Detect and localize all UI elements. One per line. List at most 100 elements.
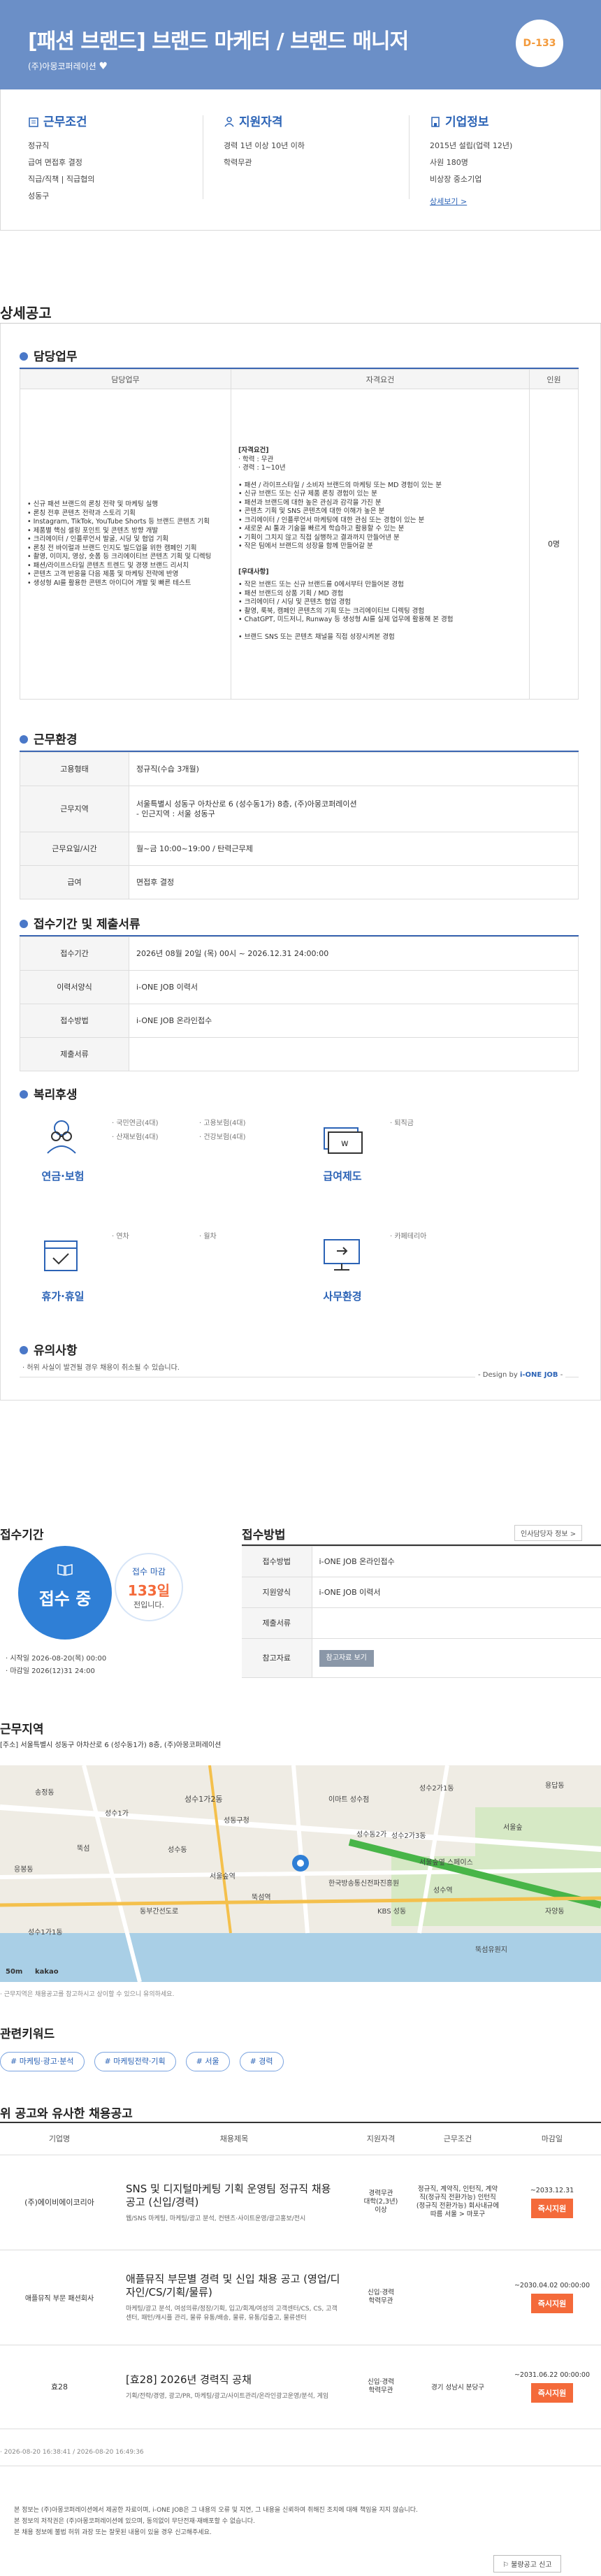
pref-line: • 패션 브랜드의 상품 기획 / MD 경험 — [238, 589, 344, 598]
map-label: 성수역 — [433, 1887, 453, 1895]
bullet-dot-icon — [20, 1090, 28, 1099]
job-title-link[interactable]: 애플뮤직 부문별 경력 및 신입 채용 공고 (영업/디자인/CS/기획/물류) — [126, 2273, 342, 2299]
keyword-chip[interactable]: # 마케팅전략·기획 — [94, 2052, 176, 2071]
monitor-icon — [321, 1237, 363, 1273]
pref-line: • 작은 브랜드 또는 신규 브랜드를 0에서부터 만들어본 경험 — [238, 581, 404, 588]
map-label: 한국방송통신전파진흥원 — [328, 1880, 400, 1888]
benefit-group-label: 휴가·휴일 — [41, 1290, 85, 1303]
company-cell[interactable]: 애플뮤직 부문 패션회사 — [0, 2250, 119, 2345]
apply-now-button[interactable]: 즉시지원 — [530, 2382, 574, 2403]
row-value: 2026년 08월 20일 (목) 00시 ~ 2026.12.31 24:00… — [129, 936, 579, 971]
company-name[interactable]: (주)아몽코퍼레이션 — [28, 61, 96, 71]
location-note: · 근무지역은 채용공고를 참고하시고 상이할 수 있으니 유의하세요. — [0, 1991, 175, 1998]
company-cell[interactable]: (주)에이비에이코리아 — [0, 2155, 119, 2250]
table-row[interactable]: 애플뮤직 부문 패션회사 애플뮤직 부문별 경력 및 신입 채용 공고 (영업/… — [0, 2250, 601, 2345]
row-value: 월~금 10:00~19:00 / 탄력근무제 — [129, 832, 579, 866]
keyword-chip[interactable]: # 서울 — [185, 2052, 230, 2071]
map-label: 용답동 — [545, 1782, 565, 1790]
divider — [409, 115, 410, 199]
heart-icon[interactable]: ♥ — [99, 61, 108, 72]
benefit-group-label: 사무환경 — [323, 1290, 362, 1303]
reference-button[interactable]: 참고자료 보기 — [319, 1649, 374, 1667]
benefit-item: · 고용보험(4대) — [199, 1120, 246, 1127]
map-label: 성수1가 — [105, 1810, 129, 1818]
map-scale: 50m — [6, 1968, 23, 1976]
map-label: 이마트 성수점 — [328, 1796, 370, 1804]
company-info-line: 사원 180명 — [430, 158, 468, 167]
task-line: • 제품별 핵심 셀링 포인트 및 콘텐츠 방향 개발 — [27, 526, 159, 535]
location-heading: 근무지역 — [0, 1723, 44, 1737]
footer-line: 본 정보는 (주)아몽코퍼레이션에서 제공한 자료이며, i-ONE JOB은 … — [14, 2507, 418, 2514]
job-tags: 마케팅/광고 분석, 여성의류/정장/기획, 입고/회계/여성의 고객센터/CS… — [126, 2306, 338, 2322]
start-date: · 시작일 2026-08-20(목) 00:00 — [6, 1655, 107, 1663]
pref-line: • ChatGPT, 미드저니, Runway 등 생성형 AI를 실제 업무에… — [238, 616, 454, 623]
apply-heading: 접수기간 및 제출서류 — [20, 914, 140, 932]
deadline-days: 133일 — [127, 1582, 171, 1599]
keyword-chip[interactable]: # 경력 — [239, 2052, 284, 2071]
report-icon: ⚐ — [502, 2561, 509, 2569]
deadline-suffix: 전입니다. — [133, 1600, 164, 1609]
row-label: 참고자료 — [242, 1638, 312, 1678]
apply-now-button[interactable]: 즉시지원 — [530, 2293, 574, 2313]
req-line: • 콘텐츠 기획 및 SNS 콘텐츠에 대한 이해가 높은 분 — [238, 507, 385, 515]
row-value: 서울특별시 성동구 아차산로 6 (성수동1가) 8층, (주)아몽코퍼레이션 … — [129, 786, 579, 832]
money-icon: w — [321, 1122, 363, 1159]
conditions-line: 정규직 — [28, 141, 50, 150]
map-label: 성동구청 — [224, 1817, 249, 1825]
company-building-icon — [430, 116, 441, 127]
end-date: · 마감일 2026(12)31 24:00 — [6, 1667, 95, 1675]
map-label: 성수2가1동 — [419, 1785, 454, 1793]
row-value — [311, 1607, 601, 1639]
period-heading: 접수기간 — [0, 1528, 44, 1542]
table-row[interactable]: 효28 [효28] 2026년 경력직 공채 기획/전략/경영, 광고/PR, 마… — [0, 2345, 601, 2429]
conditions-column: 근무조건 정규직 급여 면접후 결정 직급/직책 | 직급협의 성동구 — [28, 112, 210, 205]
address-text: [주소] 서울특별시 성동구 아차산로 6 (성수동1가) 8층, (주)아몽코… — [0, 1742, 222, 1749]
row-label: 근무지역 — [20, 786, 129, 832]
glasses-person-icon — [41, 1118, 82, 1155]
benefit-item: · 퇴직금 — [390, 1120, 414, 1127]
bullet-dot-icon — [20, 1346, 28, 1354]
task-line: • 패션/라이프스타일 콘텐츠 트렌드 및 경쟁 브랜드 리서치 — [27, 561, 189, 570]
col-header: 마감일 — [503, 2122, 601, 2155]
map[interactable]: 성수1가2동 성수1가1동 성수2가1동 성수2가3동 성수동 뚝섬역 성수역 … — [0, 1765, 601, 1982]
row-value: 면접후 결정 — [129, 865, 579, 899]
method-table: 접수방법 i-ONE JOB 온라인접수 지원양식 i-ONE JOB 이력서 제출… — [242, 1546, 601, 1678]
qualification-line: 경력 1년 이상 10년 이하 — [224, 141, 305, 150]
task-line: • 론칭 전후 콘텐츠 전략과 스토리 기획 — [27, 509, 136, 517]
conditions-line: 성동구 — [28, 191, 50, 201]
deadline-text: ~2031.06.22 00:00:00 — [514, 2371, 591, 2379]
notice-text: · 허위 사실이 발견될 경우 채용이 취소될 수 있습니다. — [22, 1364, 180, 1372]
req-title: [자격요건] — [238, 447, 269, 454]
bullet-dot-icon — [20, 735, 28, 744]
company-detail-link[interactable]: 상세보기 > — [430, 194, 601, 210]
map-label: 성수1가2동 — [184, 1795, 223, 1804]
timestamp: · 2026-08-20 16:38:41 / 2026-08-20 16:49… — [0, 2449, 144, 2456]
row-value: i-ONE JOB 이력서 — [129, 970, 579, 1004]
task-line: • 크리에이터 / 인플루언서 발굴, 시딩 및 협업 기획 — [27, 535, 169, 543]
footer-notice: 본 정보는 (주)아몽코퍼레이션에서 제공한 자료이며, i-ONE JOB은 … — [14, 2505, 447, 2538]
hr-contact-button[interactable]: 인사담당자 정보 > — [514, 1525, 583, 1541]
kakao-logo: kakao — [35, 1968, 59, 1976]
job-title-link[interactable]: SNS 및 디지털마케팅 기획 운영팀 정규직 채용 공고 (신입/경력) — [126, 2183, 342, 2209]
map-label: 뚝섬역 — [252, 1894, 271, 1902]
table-row[interactable]: (주)에이비에이코리아 SNS 및 디지털마케팅 기획 운영팀 정규직 채용 공… — [0, 2155, 601, 2250]
cond-cell: 정규직, 계약직, 인턴직, 계약직(정규직 전환가능) 인턴직(정규직 전환가… — [412, 2155, 503, 2250]
row-label: 고용형태 — [20, 752, 129, 786]
company-cell[interactable]: 효28 — [0, 2345, 119, 2429]
job-title-link[interactable]: [효28] 2026년 경력직 공채 — [126, 2373, 342, 2387]
map-label: 성수동2가 — [356, 1831, 387, 1839]
report-button[interactable]: ⚐ 불량공고 신고 — [493, 2555, 561, 2573]
qual-cell: 경력무관 대학(2,3년) 이상 — [349, 2155, 412, 2250]
footer-line: 본 채용 정보에 불법 허위 과장 또는 잘못된 내용이 있을 경우 신고해주세… — [14, 2529, 212, 2536]
keyword-chip[interactable]: # 마케팅·광고·분석 — [0, 2052, 85, 2071]
col-header: 담당업무 — [20, 369, 231, 389]
company-name-row: (주)아몽코퍼레이션 ♥ — [28, 60, 108, 72]
map-label: 서울숲옆 스페이스 — [419, 1859, 473, 1867]
design-credit: - Design by i-ONE JOB - — [475, 1371, 566, 1379]
apply-now-button[interactable]: 즉시지원 — [530, 2198, 574, 2218]
benefit-group-label: 급여제도 — [323, 1170, 362, 1182]
work-table: 고용형태 정규직(수습 3개월) 근무지역 서울특별시 성동구 아차산로 6 (성수… — [20, 752, 579, 899]
row-label: 제출서류 — [242, 1607, 312, 1639]
benefit-item: · 산재보험(4대) — [112, 1134, 159, 1141]
pref-line: • 브랜드 SNS 또는 콘텐츠 채널을 직접 성장시켜본 경험 — [238, 632, 395, 641]
